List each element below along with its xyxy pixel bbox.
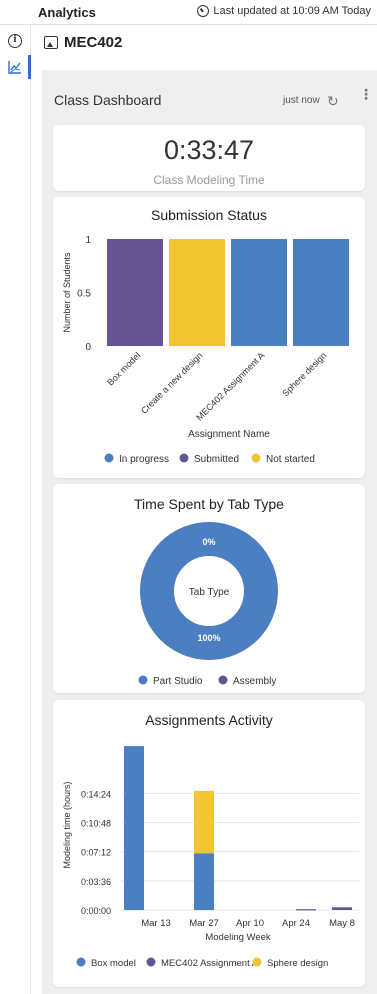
legend-swatch [218,675,228,685]
clock-icon [197,5,210,17]
course-title: MEC402 [64,34,123,51]
top-bar: Analytics Last updated at 10:09 AM Today [0,0,377,25]
bar-mec402-assignment-a [296,909,316,911]
modeling-time-label: Class Modeling Time [153,173,265,187]
legend-label: Submitted [194,454,239,465]
x-tick-label: MEC402 Assignment A [194,350,266,422]
legend-swatch [251,453,261,463]
legend-label: In progress [119,454,169,465]
modeling-time-value: 0:33:47 [163,135,255,165]
bar-mec402-assignment-a [332,907,352,910]
tab-type-card: Time Spent by Tab Type Tab Type 100% 0% Par… [53,484,365,693]
x-tick-label: Box model [105,350,142,387]
assignments-activity-card: Assignments Activity 0:00:00 0:03:36 0:07:… [53,700,365,987]
legend-label: Box model [91,958,136,969]
y-tick-label: 0:07:12 [81,848,111,858]
legend-swatch [179,453,189,463]
x-axis-label: Assignment Name [188,429,270,440]
dashboard-title: Class Dashboard [54,92,162,108]
y-tick-label: 0 [85,342,91,353]
bar-box-model [194,853,214,910]
legend-label: Part Studio [153,676,203,687]
x-tick-label: Mar 27 [189,918,219,929]
y-tick-label: 1 [85,235,91,246]
y-tick-label: 0:03:36 [81,877,111,887]
legend-swatch [104,453,114,463]
bar-sphere-design [293,239,349,346]
legend-swatch [138,675,148,685]
image-icon [44,36,58,49]
y-axis-label: Number of Students [62,252,72,333]
x-tick-label: May 8 [329,918,355,929]
legend-label: Assembly [233,676,276,687]
x-tick-label: Sphere design [280,350,328,398]
legend-label: MEC402 Assignment A [161,958,259,969]
bar-sphere-design [194,790,214,854]
bar-mec402-assignment-a [231,239,287,346]
y-axis-label: Modeling time (hours) [62,781,72,868]
slice-label: 100% [197,633,220,643]
y-tick-label: 0:00:00 [81,906,111,916]
slice-label: 0% [202,537,215,547]
modeling-time-card: 0:33:47 Class Modeling Time [53,125,365,191]
refreshed-text: just now [283,95,320,106]
course-header: MEC402 [44,34,122,51]
submission-status-card: Submission Status 1 0.5 0 Number of Student… [53,197,365,478]
bar-create-a-new-design [169,239,225,346]
legend-swatch [76,957,86,967]
info-icon[interactable]: i [8,34,22,48]
x-axis-label: Modeling Week [205,932,271,943]
dashboard-panel: Class Dashboard just now ↻ ⋮ 0:33:47 Cla… [42,70,377,994]
y-tick-label: 0:14:24 [81,789,111,799]
chart-icon[interactable] [7,59,23,75]
legend-swatch [252,957,262,967]
bar-box-model [124,746,144,910]
y-tick-label: 0:10:48 [81,819,111,829]
x-tick-label: Create a new design [139,350,204,415]
x-tick-label: Mar 13 [141,918,171,929]
more-menu-icon[interactable]: ⋮ [359,87,373,101]
legend-label: Not started [266,454,315,465]
tab-type-chart: Tab Type 100% 0% Part Studio Assembly [138,522,278,687]
donut-center-label: Tab Type [189,587,230,598]
last-updated-text: Last updated at 10:09 AM Today [213,5,371,17]
app-title: Analytics [38,5,96,20]
submission-status-chart: 1 0.5 0 Number of Students Box modelCreate a… [62,235,349,465]
x-tick-label: Apr 24 [282,918,310,929]
legend-label: Sphere design [267,958,328,969]
active-indicator [28,55,31,79]
bar-box-model [107,239,163,346]
x-tick-label: Apr 10 [236,918,264,929]
assignments-activity-chart: 0:00:00 0:03:36 0:07:12 0:10:48 0:14:24 Model… [62,746,359,969]
side-rail: i [0,25,31,994]
y-tick-label: 0.5 [77,289,91,300]
legend-swatch [146,957,156,967]
last-updated: Last updated at 10:09 AM Today [197,5,371,17]
refresh-icon[interactable]: ↻ [327,93,339,110]
